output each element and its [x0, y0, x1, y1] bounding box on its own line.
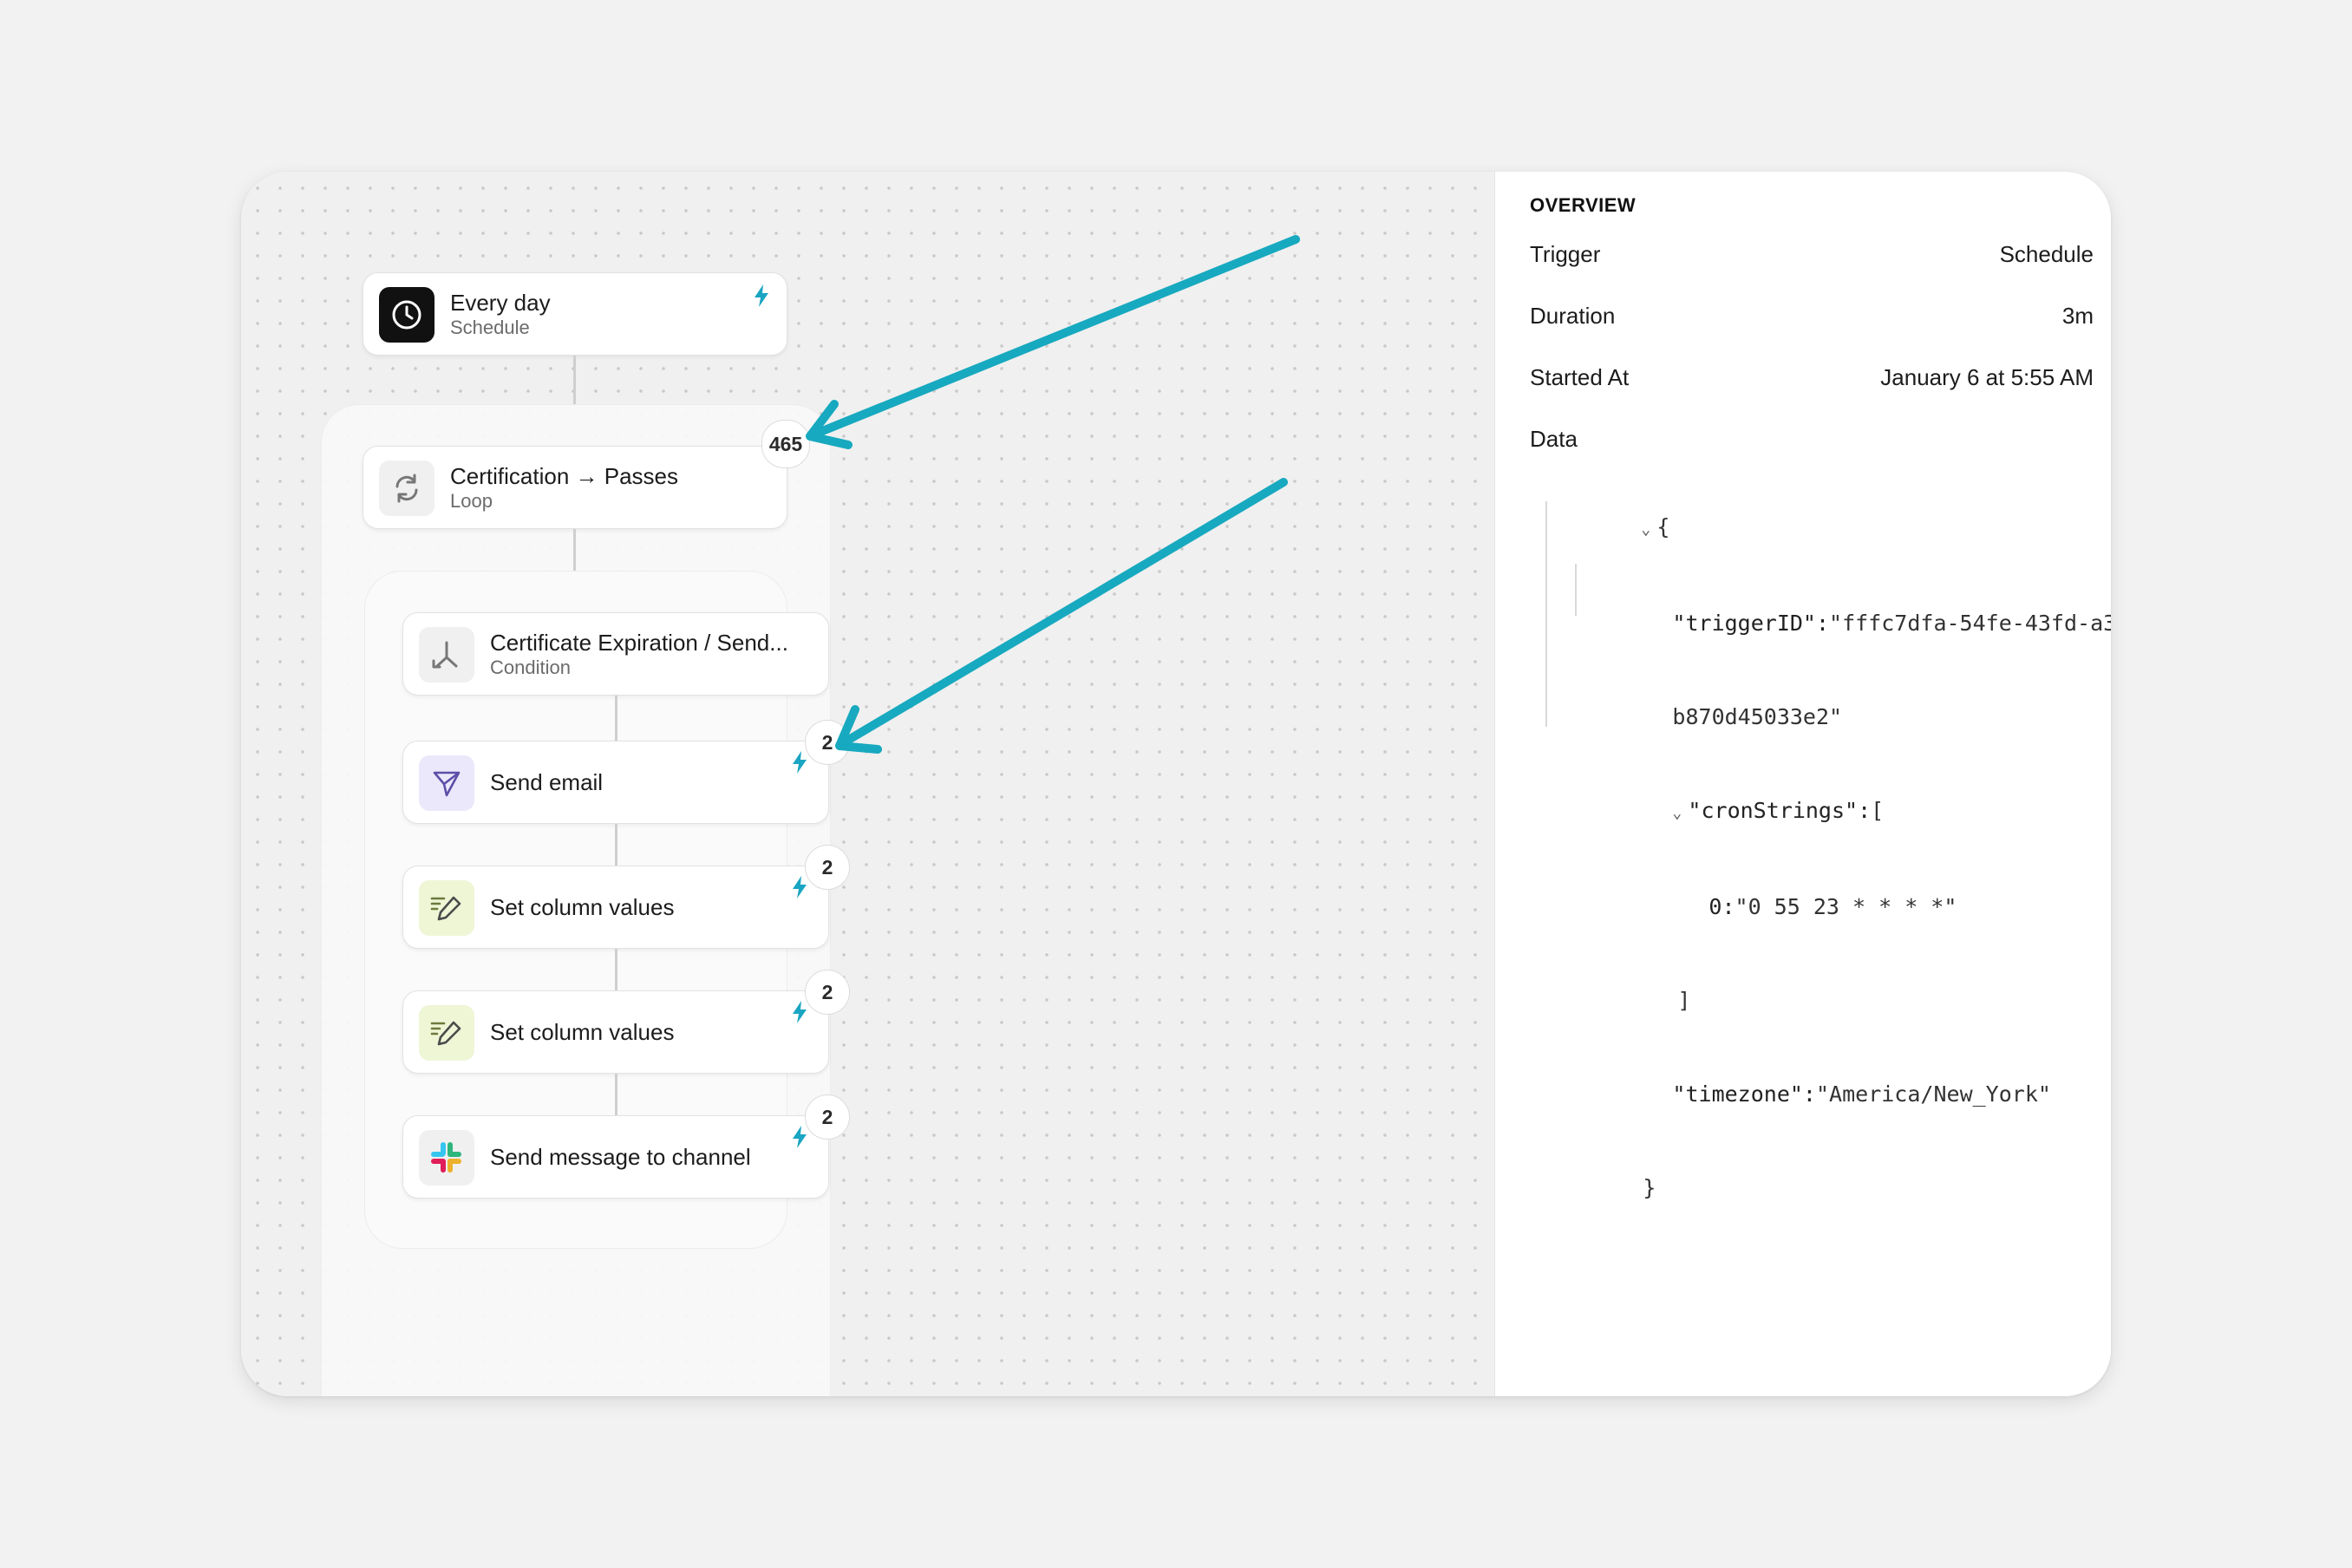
- json-line: ]: [1537, 954, 2111, 1048]
- node-title: Certificate Expiration / Send...: [490, 630, 788, 656]
- run-count-badge: 2: [805, 845, 850, 890]
- bolt-icon: [793, 1001, 807, 1023]
- send-icon: [419, 755, 474, 811]
- json-key: "triggerID":: [1672, 611, 1830, 636]
- step-node-send-message-to-channel[interactable]: Send message to channel: [402, 1115, 829, 1199]
- row-label: Started At: [1530, 364, 1630, 390]
- bolt-icon: [793, 876, 807, 898]
- connector-line: [573, 356, 576, 404]
- json-line: ⌄{: [1537, 480, 2111, 577]
- bolt-icon: [755, 284, 768, 307]
- overview-row-trigger: Trigger Schedule: [1530, 241, 2094, 268]
- overview-heading: OVERVIEW: [1530, 194, 1637, 216]
- connector-line: [615, 824, 617, 866]
- json-line: "triggerID":"fffc7dfa-54fe-43fd-a340-: [1537, 577, 2111, 670]
- run-count-badge: 2: [805, 970, 850, 1015]
- slack-icon: [419, 1130, 474, 1186]
- bolt-icon: [793, 751, 807, 774]
- trigger-node-every-day[interactable]: Every day Schedule: [363, 272, 787, 356]
- chevron-down-icon[interactable]: ⌄: [1672, 798, 1688, 829]
- condition-node[interactable]: Certificate Expiration / Send... Conditi…: [402, 612, 829, 696]
- json-viewer: ⌄{ "triggerID":"fffc7dfa-54fe-43fd-a340-…: [1537, 480, 2111, 1235]
- row-label: Trigger: [1530, 241, 1601, 267]
- loop-node-certification-passes[interactable]: Certification → Passes Loop: [363, 446, 787, 529]
- json-bracket: ]: [1677, 988, 1691, 1013]
- json-bracket: [: [1871, 798, 1885, 823]
- json-line: ⌄ "cronStrings":[: [1537, 764, 2111, 860]
- step-node-set-column-values[interactable]: Set column values: [402, 866, 829, 949]
- loop-icon: [379, 461, 434, 516]
- clock-icon: [379, 287, 434, 343]
- json-value: "0 55 23 * * * *": [1735, 894, 1957, 919]
- json-value: "America/New_York": [1816, 1081, 2051, 1107]
- run-count-badge: 2: [805, 720, 850, 765]
- connector-line: [573, 529, 576, 571]
- json-key: "timezone":: [1672, 1081, 1816, 1107]
- row-label: Duration: [1530, 303, 1616, 329]
- json-value: b870d45033e2": [1672, 704, 1843, 729]
- workflow-canvas[interactable]: Every day Schedule Certification → Passe…: [241, 172, 1495, 1396]
- json-brace: }: [1643, 1175, 1656, 1200]
- branch-icon: [419, 627, 474, 683]
- node-title: Send email: [490, 769, 604, 795]
- node-subtitle: Schedule: [450, 317, 530, 338]
- node-title: Certification → Passes: [450, 463, 678, 489]
- chevron-down-icon[interactable]: ⌄: [1641, 514, 1656, 546]
- node-subtitle: Condition: [490, 657, 571, 678]
- overview-row-started-at: Started At January 6 at 5:55 AM: [1530, 364, 2094, 391]
- json-line: 0:"0 55 23 * * * *": [1537, 860, 2111, 954]
- node-title: Set column values: [490, 894, 675, 920]
- row-value: 3m: [2061, 303, 2094, 329]
- run-count-badge: 465: [761, 420, 810, 468]
- connector-line: [615, 949, 617, 990]
- node-subtitle: Loop: [450, 490, 493, 512]
- json-index: 0:: [1708, 894, 1735, 919]
- overview-row-duration: Duration 3m: [1530, 303, 2094, 330]
- overview-row-data: Data: [1530, 426, 2094, 453]
- node-title: Every day: [450, 290, 551, 316]
- json-value: "fffc7dfa-54fe-43fd-a340-: [1829, 611, 2111, 636]
- json-brace: {: [1656, 514, 1670, 539]
- edit-list-icon: [419, 1005, 474, 1061]
- connector-line: [615, 1074, 617, 1115]
- json-line: }: [1537, 1141, 2111, 1235]
- json-line: b870d45033e2": [1537, 670, 2111, 764]
- bolt-icon: [793, 1126, 807, 1148]
- data-label: Data: [1530, 426, 1578, 452]
- row-value: January 6 at 5:55 AM: [1880, 364, 2094, 390]
- connector-line: [615, 696, 617, 741]
- run-count-badge: 2: [805, 1094, 850, 1140]
- json-line: "timezone":"America/New_York": [1537, 1048, 2111, 1141]
- workflow-run-window: Every day Schedule Certification → Passe…: [241, 172, 2111, 1396]
- row-value: Schedule: [1999, 241, 2094, 267]
- node-title: Send message to channel: [490, 1144, 751, 1170]
- node-title: Set column values: [490, 1019, 675, 1045]
- step-node-set-column-values[interactable]: Set column values: [402, 990, 829, 1074]
- edit-list-icon: [419, 880, 474, 936]
- overview-panel: OVERVIEW Trigger Schedule Duration 3m St…: [1495, 172, 2111, 1396]
- json-key: "cronStrings":: [1688, 798, 1872, 823]
- step-node-send-email[interactable]: Send email: [402, 741, 829, 824]
